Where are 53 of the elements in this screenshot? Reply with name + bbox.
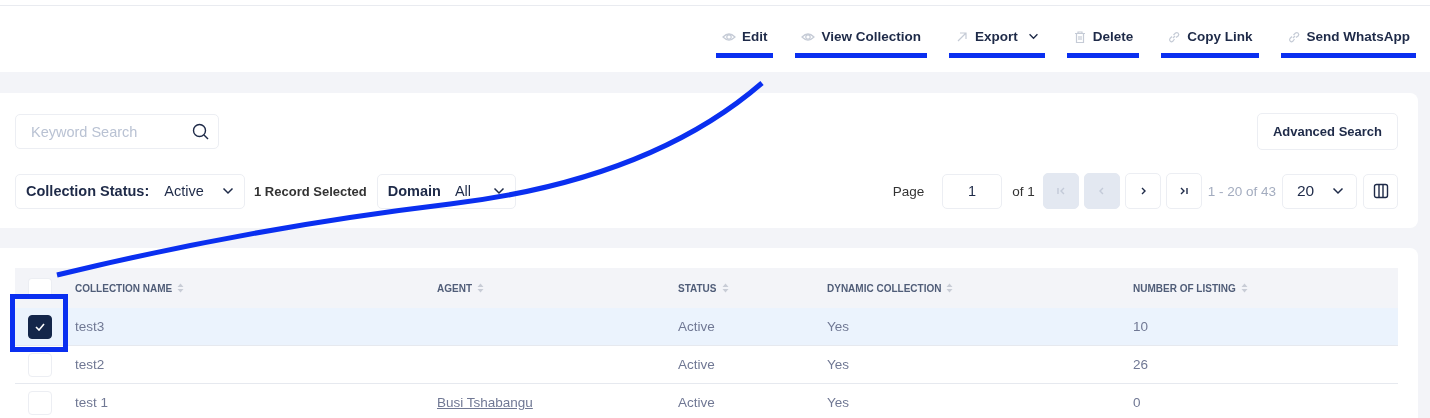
toolbar-action[interactable]: Export bbox=[948, 29, 1045, 44]
table-cell: Yes bbox=[827, 395, 850, 410]
table-cell: Active bbox=[678, 395, 715, 410]
table-cell: test 1 bbox=[75, 395, 109, 410]
link-icon bbox=[1286, 29, 1301, 44]
status-dropdown[interactable]: Collection Status: Active bbox=[15, 173, 245, 209]
toolbar-action[interactable]: Delete bbox=[1066, 29, 1140, 44]
table-cell: 10 bbox=[1133, 319, 1149, 334]
column-header[interactable]: AGENT bbox=[437, 282, 472, 294]
table-cell: Active bbox=[678, 319, 715, 334]
page-count: of 1 bbox=[1012, 183, 1035, 199]
column-header[interactable]: DYNAMIC COLLECTION bbox=[827, 282, 942, 294]
table-cell: test2 bbox=[75, 357, 105, 372]
page-size-dropdown[interactable]: 20 bbox=[1282, 173, 1357, 209]
search-icon bbox=[192, 123, 209, 140]
toolbar-action[interactable]: Send WhatsApp bbox=[1280, 29, 1416, 44]
columns-icon bbox=[1372, 183, 1389, 199]
column-header[interactable]: STATUS bbox=[678, 282, 717, 294]
page-input[interactable]: 1 bbox=[942, 173, 1003, 209]
advanced-search-button[interactable]: Advanced Search bbox=[1256, 113, 1398, 150]
column-header[interactable]: NUMBER OF LISTING bbox=[1133, 282, 1236, 294]
table-cell: 0 bbox=[1133, 395, 1141, 410]
page-label: Page bbox=[892, 183, 925, 199]
row-checkbox[interactable] bbox=[28, 314, 52, 339]
check-icon bbox=[35, 322, 45, 331]
last-page-button[interactable] bbox=[1165, 173, 1202, 209]
sort-icon[interactable] bbox=[1240, 283, 1248, 293]
columns-button[interactable] bbox=[1363, 173, 1398, 209]
next-page-button[interactable] bbox=[1124, 173, 1161, 209]
chevron-down-icon bbox=[1332, 187, 1344, 195]
table-cell: Yes bbox=[827, 319, 850, 334]
table-cell: Yes bbox=[827, 357, 850, 372]
selection-count: 1 Record Selected bbox=[254, 183, 367, 199]
sort-icon[interactable] bbox=[477, 283, 484, 293]
table-cell: test3 bbox=[75, 319, 105, 334]
toolbar-action[interactable]: View Collection bbox=[795, 29, 927, 44]
sort-icon[interactable] bbox=[177, 283, 185, 293]
table-cell: 26 bbox=[1133, 357, 1149, 372]
record-range: 1 - 20 of 43 bbox=[1207, 183, 1276, 199]
sort-icon[interactable] bbox=[946, 283, 954, 293]
select-all-checkbox[interactable] bbox=[28, 278, 52, 294]
link-icon bbox=[1167, 29, 1182, 44]
trash-icon bbox=[1072, 29, 1087, 44]
search-field[interactable]: Keyword Search bbox=[15, 114, 219, 149]
agent-link[interactable]: Busi Tshabangu bbox=[437, 395, 533, 410]
chevron-down-icon bbox=[222, 187, 234, 195]
toolbar-action[interactable]: Copy Link bbox=[1161, 29, 1259, 44]
domain-dropdown[interactable]: Domain All bbox=[376, 173, 516, 209]
column-header[interactable]: COLLECTION NAME bbox=[75, 282, 173, 294]
toolbar-action[interactable]: Edit bbox=[715, 29, 774, 44]
table-cell: Active bbox=[678, 357, 715, 372]
sort-icon[interactable] bbox=[721, 283, 729, 293]
chevron-down-icon bbox=[492, 187, 505, 195]
